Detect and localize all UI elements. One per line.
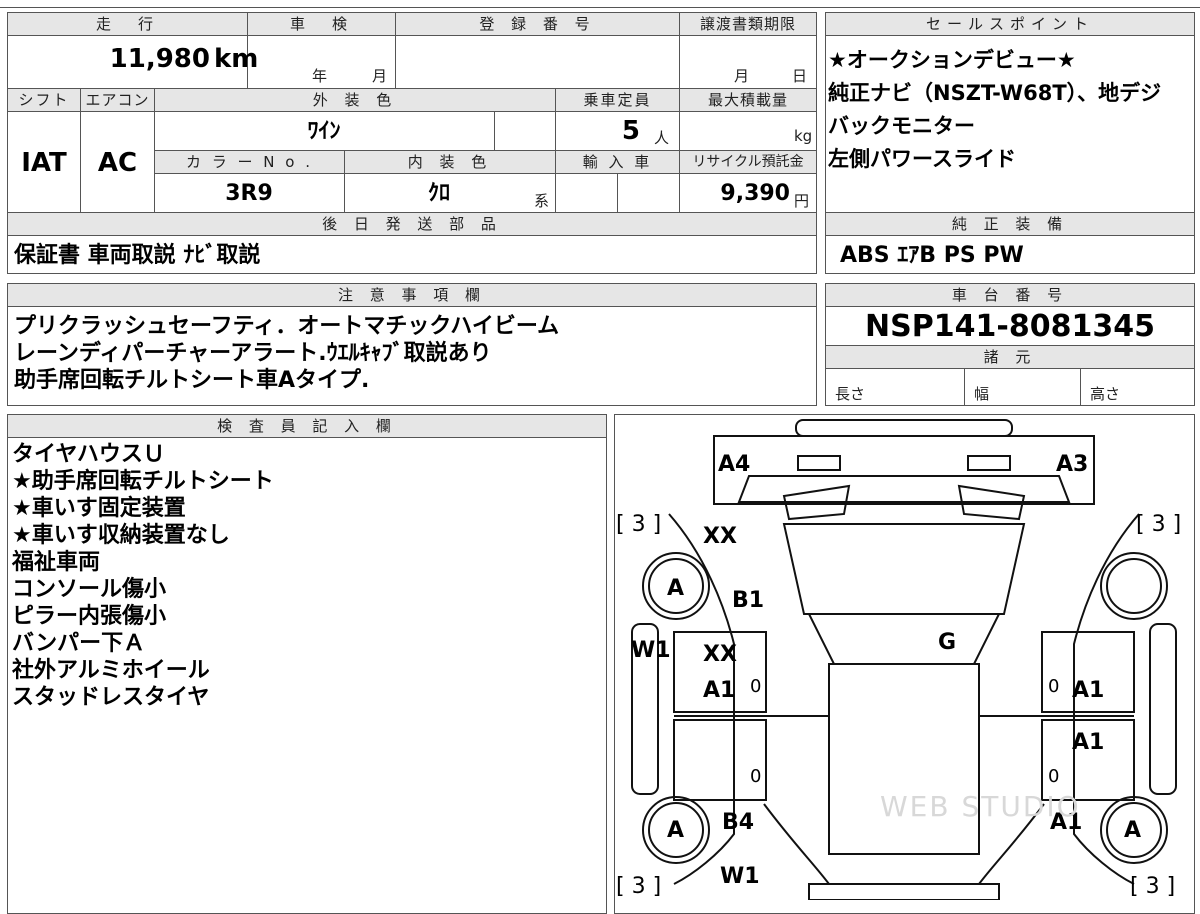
damage-mark-a1-right-rear: A1 [1072, 730, 1105, 755]
shaken-header: 車 検 [247, 12, 396, 36]
inspector-header: 検 査 員 記 入 欄 [7, 414, 607, 438]
mileage-unit: km [214, 44, 259, 74]
spec-height-label: 高さ [1090, 385, 1121, 403]
tire-mark-front-left: [ 3 ] [616, 512, 662, 537]
damage-mark-b1: B1 [732, 588, 765, 613]
damage-mark-a3: A3 [1056, 452, 1089, 477]
genuine-equipment-value: ABS ｴｱB PS PW [840, 243, 1024, 268]
transfer-day-label: 日 [792, 67, 808, 85]
genuine-equipment-header: 純 正 装 備 [825, 212, 1195, 236]
inspector-lines: タイヤハウスＵ ★助手席回転チルトシート ★車いす固定装置 ★車いす収納装置なし… [12, 441, 274, 711]
damage-mark-a4: A4 [718, 452, 751, 477]
transfer-month-label: 月 [734, 67, 750, 85]
mileage-number: 11,980 [109, 44, 210, 74]
inspector-line: コンソール傷小 [12, 577, 167, 602]
damage-mark-g: G [938, 630, 957, 655]
interior-color-value: ｸﾛ [427, 181, 450, 206]
recycle-unit: 円 [794, 192, 810, 210]
notes-line: 助手席回転チルトシート車Aタイプ. [14, 368, 370, 393]
inspector-line: ★車いす固定装置 [12, 496, 186, 521]
damage-mark-w1-left: W1 [631, 638, 671, 663]
chassis-header: 車 台 番 号 [825, 283, 1195, 307]
sales-point-line: バックモニター [828, 114, 975, 138]
shift-value: IAT [21, 148, 67, 178]
transfer-deadline-header: 譲渡書類期限 [679, 12, 817, 36]
exterior-color-value: ﾜｲﾝ [307, 119, 341, 144]
tire-mark-rear-right: [ 3 ] [1130, 874, 1176, 899]
recycle-deposit-header: リサイクル預託金 [679, 150, 817, 174]
inspector-line: 社外アルミホイール [12, 658, 210, 683]
capacity-value: 5 [621, 116, 640, 146]
top-cutoff-strip [0, 0, 1200, 8]
registration-header: 登 録 番 号 [395, 12, 680, 36]
max-load-unit: kg [794, 127, 813, 145]
damage-mark-a1-left-door: A1 [703, 678, 736, 703]
interior-color-header: 内 装 色 [344, 150, 556, 174]
shaken-year-label: 年 [312, 67, 328, 85]
tire-mark-front-right: [ 3 ] [1136, 512, 1182, 537]
chassis-number: NSP141-8081345 [865, 309, 1155, 344]
inspector-line: 福祉車両 [12, 550, 101, 575]
damage-mark-w1-bottom: W1 [720, 864, 760, 889]
ac-header: エアコン [80, 88, 155, 112]
notes-line: レーンディパーチャーアラート.ｳｴﾙｷｬﾌﾞ取説あり [14, 341, 492, 366]
exterior-color-header: 外 装 色 [154, 88, 556, 112]
spec-width-label: 幅 [974, 385, 990, 403]
wheel-mark-front-left: A [667, 576, 685, 601]
watermark: WEB STUDIO [880, 790, 1081, 823]
inspector-line: ★助手席回転チルトシート [12, 469, 274, 494]
recycle-value: 9,390 [720, 181, 790, 206]
zero-mark: 0 [1048, 766, 1060, 787]
mileage-header: 走 行 [7, 12, 248, 36]
damage-mark-xx-left-door: XX [703, 642, 737, 667]
color-no-value: 3R9 [225, 181, 273, 206]
inspector-line: ピラー内張傷小 [12, 604, 167, 629]
tire-mark-rear-left: [ 3 ] [616, 874, 662, 899]
inspector-line: バンパー下Ａ [12, 631, 146, 656]
sales-point-lines: ★オークションデビュー★ 純正ナビ（NSZT-W68T）、地デジ バックモニター… [828, 44, 1161, 176]
interior-color-suffix: 系 [534, 192, 550, 210]
damage-mark-a1-right-door: A1 [1072, 678, 1105, 703]
color-no-header: カ ラ ー N o . [154, 150, 345, 174]
zero-mark: 0 [750, 676, 762, 697]
notes-header: 注 意 事 項 欄 [7, 283, 817, 307]
later-parts-value: 保証書 車両取説 ﾅﾋﾞ取説 [14, 243, 261, 268]
inspector-line: スタッドレスタイヤ [12, 685, 210, 710]
car-outline-diagram [631, 419, 1177, 900]
capacity-unit: 人 [654, 129, 670, 147]
later-parts-header: 後 日 発 送 部 品 [7, 212, 817, 236]
wheel-mark-rear-left: A [667, 818, 685, 843]
mileage-value: 11,980 [60, 44, 210, 74]
spec-length-label: 長さ [835, 385, 866, 403]
damage-mark-xx-front: XX [703, 524, 737, 549]
max-load-header: 最大積載量 [679, 88, 817, 112]
notes-lines: プリクラッシュセーフティ．オートマチックハイビーム レーンディパーチャーアラート… [14, 313, 559, 394]
notes-line: プリクラッシュセーフティ．オートマチックハイビーム [14, 314, 560, 339]
shaken-month-label: 月 [372, 67, 388, 85]
import-header: 輸 入 車 [555, 150, 680, 174]
zero-mark: 0 [1048, 676, 1060, 697]
capacity-header: 乗車定員 [555, 88, 680, 112]
sales-point-line: ★オークションデビュー★ [828, 48, 1076, 72]
wheel-mark-rear-right: A [1124, 818, 1142, 843]
shift-header: シフト [7, 88, 81, 112]
ac-value: AC [97, 148, 138, 178]
inspector-line: ★車いす収納装置なし [12, 523, 230, 548]
damage-mark-b4: B4 [722, 810, 755, 835]
specs-header: 諸 元 [825, 345, 1195, 369]
zero-mark: 0 [750, 766, 762, 787]
sales-point-header: セールスポイント [825, 12, 1195, 36]
sales-point-line: 左側パワースライド [828, 147, 1016, 171]
inspector-line: タイヤハウスＵ [12, 442, 165, 467]
sales-point-line: 純正ナビ（NSZT-W68T）、地デジ [828, 81, 1162, 105]
